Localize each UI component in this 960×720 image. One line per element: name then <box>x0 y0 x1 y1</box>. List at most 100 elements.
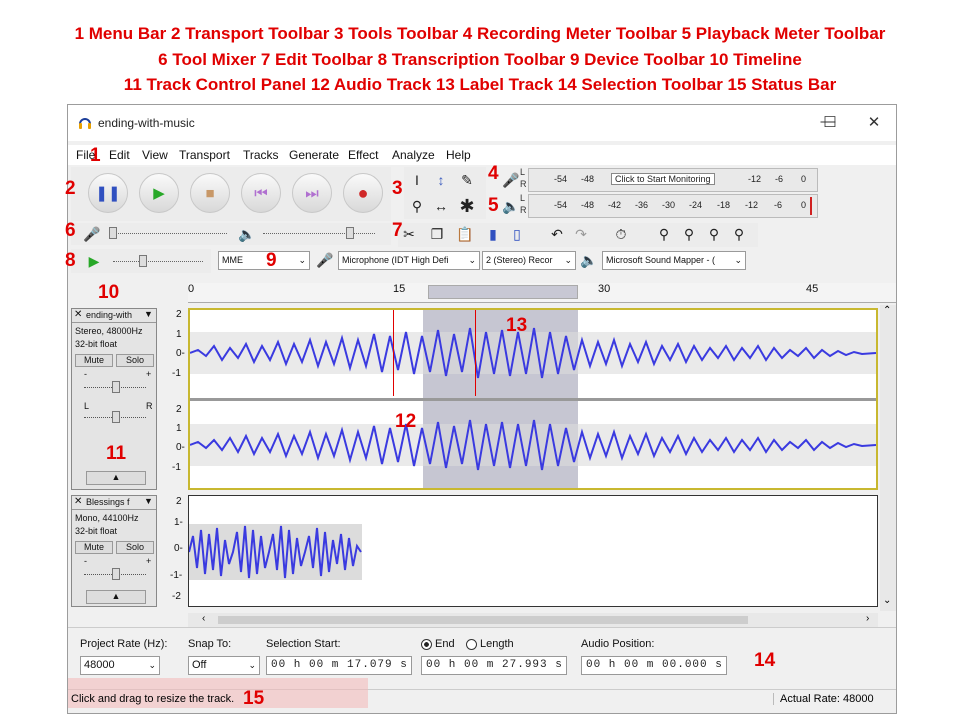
fit-project-icon[interactable]: ⚲ <box>728 223 750 245</box>
record-tick: -54 <box>554 174 568 184</box>
scroll-thumb[interactable] <box>218 616 748 624</box>
vertical-scale[interactable]: 2 1 0- -1 2 1 0- -1 <box>158 308 188 490</box>
scale-label: -1- <box>170 570 183 581</box>
track-name[interactable]: ending-with <box>86 310 132 320</box>
mute-button[interactable]: Mute <box>75 541 113 554</box>
track-menu-icon[interactable]: ▼ <box>144 496 153 506</box>
collapse-track-button[interactable]: ▲ <box>86 471 146 485</box>
copy-icon[interactable]: ❐ <box>426 223 448 245</box>
playback-meter[interactable]: -54 -48 -42 -36 -30 -24 -18 -12 -6 0 <box>528 194 818 218</box>
project-rate-select[interactable]: 48000 ⌄ <box>80 656 160 675</box>
input-channels-select[interactable]: 2 (Stereo) Recor ⌄ <box>482 251 576 270</box>
play-at-speed-icon[interactable]: ▶ <box>83 250 105 272</box>
input-device-select[interactable]: Microphone (IDT High Defi ⌄ <box>338 251 480 270</box>
timeline-tick: 45 <box>806 283 819 295</box>
close-track-icon[interactable]: ✕ <box>74 309 82 320</box>
multi-tool-icon[interactable]: ✱ <box>456 195 478 217</box>
playback-volume-thumb[interactable] <box>346 227 354 239</box>
speaker-icon[interactable]: 🔈 <box>500 195 522 217</box>
draw-tool-icon[interactable]: ✎ <box>456 169 478 191</box>
menu-edit[interactable]: Edit <box>109 148 130 162</box>
menu-tracks[interactable]: Tracks <box>243 148 279 162</box>
zoom-out-icon[interactable]: ⚲ <box>678 223 700 245</box>
waveform-right-channel <box>190 419 876 471</box>
horizontal-scrollbar[interactable]: ‹ › <box>188 613 878 627</box>
trim-icon[interactable]: ▮ <box>482 223 504 245</box>
audio-position-field[interactable]: 00 h 00 m 00.000 s <box>581 656 727 675</box>
label-marker[interactable] <box>475 310 476 396</box>
close-button[interactable]: ✕ <box>864 113 884 131</box>
sync-lock-icon[interactable]: ⏱ <box>610 223 632 245</box>
audio-track-stereo[interactable] <box>188 308 878 490</box>
track-name[interactable]: Blessings f <box>86 497 130 507</box>
record-volume-thumb[interactable] <box>109 227 117 239</box>
skip-end-button[interactable]: ⏭ <box>292 173 332 213</box>
scroll-up-icon[interactable]: ⌃ <box>883 305 891 316</box>
play-speed-slider[interactable] <box>113 261 203 262</box>
selection-end-field[interactable]: 00 h 00 m 27.993 s <box>421 656 567 675</box>
label-marker[interactable] <box>393 310 394 396</box>
selection-tool-icon[interactable]: I <box>406 169 428 191</box>
play-speed-thumb[interactable] <box>139 255 147 267</box>
record-monitor-hint[interactable]: Click to Start Monitoring <box>611 173 715 185</box>
length-radio[interactable] <box>466 639 477 650</box>
scroll-right-icon[interactable]: › <box>866 613 869 624</box>
output-device-select[interactable]: Microsoft Sound Mapper - (⌄ <box>602 251 746 270</box>
callout-5: 5 <box>488 195 499 216</box>
menu-help[interactable]: Help <box>446 148 471 162</box>
stop-button[interactable]: ■ <box>190 173 230 213</box>
end-radio[interactable] <box>421 639 432 650</box>
redo-icon[interactable]: ↷ <box>570 223 592 245</box>
maximize-button[interactable]: ☐ <box>820 113 840 131</box>
menu-generate[interactable]: Generate <box>289 148 339 162</box>
record-meter-mic-icon[interactable]: 🎤 <box>500 169 522 191</box>
snap-to-select[interactable]: Off ⌄ <box>188 656 260 675</box>
zoom-tool-icon[interactable]: ⚲ <box>406 195 428 217</box>
record-tick: -48 <box>581 174 595 184</box>
callout-15: 15 <box>243 688 265 709</box>
vertical-scale[interactable]: 2 1- 0- -1- -2 <box>158 495 188 607</box>
mute-button[interactable]: Mute <box>75 354 113 367</box>
audio-track-mono[interactable] <box>188 495 878 607</box>
pan-thumb[interactable] <box>112 411 120 423</box>
speaker-icon: 🔈 <box>580 252 598 268</box>
selection-start-field[interactable]: 00 h 00 m 17.079 s <box>266 656 412 675</box>
pause-button[interactable]: ❚❚ <box>88 173 128 213</box>
legend-line-2: 6 Tool Mixer 7 Edit Toolbar 8 Transcript… <box>158 50 802 69</box>
selection-range-marker[interactable] <box>428 285 578 299</box>
zoom-in-icon[interactable]: ⚲ <box>653 223 675 245</box>
fit-selection-icon[interactable]: ⚲ <box>703 223 725 245</box>
envelope-tool-icon[interactable]: ↕ <box>430 169 452 191</box>
play-button[interactable]: ▶ <box>139 173 179 213</box>
undo-icon[interactable]: ↶ <box>546 223 568 245</box>
chevron-down-icon: ⌄ <box>734 255 742 265</box>
menu-effect[interactable]: Effect <box>348 148 378 162</box>
record-button[interactable]: ● <box>343 173 383 213</box>
record-icon: ● <box>357 182 369 203</box>
scroll-left-icon[interactable]: ‹ <box>202 613 205 624</box>
gain-thumb[interactable] <box>112 381 120 393</box>
menu-view[interactable]: View <box>142 148 168 162</box>
record-volume-slider[interactable] <box>109 233 227 234</box>
vertical-scrollbar[interactable]: ⌃ ⌄ <box>880 305 896 611</box>
paste-icon[interactable]: 📋 <box>454 223 476 245</box>
skip-start-button[interactable]: ⏮ <box>241 173 281 213</box>
status-message: Click and drag to resize the track. <box>71 693 235 705</box>
silence-icon[interactable]: ▯ <box>506 223 528 245</box>
gain-thumb[interactable] <box>112 568 120 580</box>
menu-transport[interactable]: Transport <box>179 148 230 162</box>
recording-meter[interactable]: -54 -48 Click to Start Monitoring -12 -6… <box>528 168 818 192</box>
playback-volume-slider[interactable] <box>263 233 375 234</box>
menu-analyze[interactable]: Analyze <box>392 148 435 162</box>
close-track-icon[interactable]: ✕ <box>74 496 82 507</box>
scroll-down-icon[interactable]: ⌄ <box>883 595 891 606</box>
headphones-icon <box>79 118 91 129</box>
time-shift-tool-icon[interactable]: ↔ <box>430 195 452 217</box>
actual-rate: Actual Rate: 48000 <box>773 693 874 705</box>
timeline-ruler[interactable]: 0 15 30 45 <box>188 283 896 303</box>
host-select[interactable]: MME ⌄ <box>218 251 310 270</box>
solo-button[interactable]: Solo <box>116 354 154 367</box>
collapse-track-button[interactable]: ▲ <box>86 590 146 604</box>
solo-button[interactable]: Solo <box>116 541 154 554</box>
track-menu-icon[interactable]: ▼ <box>144 309 153 319</box>
